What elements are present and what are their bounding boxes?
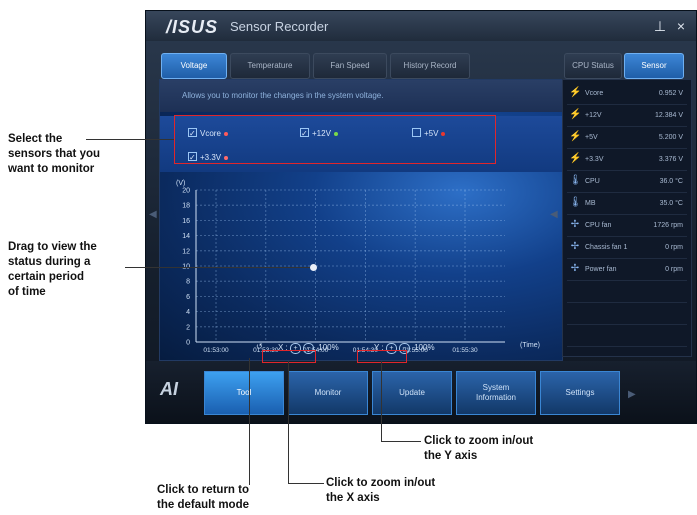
tab-cpu-status[interactable]: CPU Status	[564, 53, 622, 79]
leader-line	[381, 361, 382, 441]
y-tick-label: 0	[186, 340, 190, 347]
sensor-row: ✢ CPU fan 1726 rpm	[567, 216, 687, 237]
scroll-left-icon[interactable]: ◀	[149, 209, 157, 220]
callout-default-mode: Click to return to the default mode	[157, 484, 250, 511]
voltage-icon: ⚡	[569, 87, 582, 98]
nav-next-icon[interactable]: ▶	[628, 389, 636, 400]
sensor-row: ⚡ +12V 12.384 V	[567, 106, 687, 127]
leader-line	[86, 139, 174, 140]
y-tick-label: 2	[186, 324, 190, 331]
voltage-chart[interactable]: (V)2018161412108642001:53:0001:53:3001:5…	[160, 176, 562, 360]
sensor-row-empty	[567, 282, 687, 303]
collapse-right-panel-icon[interactable]: ◀	[550, 209, 558, 220]
nav-monitor[interactable]: Monitor	[288, 371, 368, 415]
asus-logo: /ISUS	[166, 17, 219, 37]
sensor-list-panel: ⚡ Vcore 0.952 V ⚡ +12V 12.384 V ⚡ +5V 5.200 V …	[562, 79, 692, 357]
sensor-row-empty	[567, 304, 687, 325]
voltage-icon: ⚡	[569, 109, 582, 120]
thermometer-icon: 🌡	[569, 175, 582, 186]
x-axis-unit: (Time)	[520, 342, 540, 349]
leader-line	[125, 267, 313, 268]
leader-line	[288, 361, 289, 483]
sensor-selector-highlight	[174, 115, 496, 164]
nav-settings[interactable]: Settings	[540, 371, 620, 415]
x-zoom-value: 100%	[318, 343, 339, 352]
y-tick-label: 6	[186, 294, 190, 301]
sensor-row: ⚡ +5V 5.200 V	[567, 128, 687, 149]
sensor-row: 🌡 CPU 36.0 °C	[567, 172, 687, 193]
tab-temperature[interactable]: Temperature	[230, 53, 310, 79]
ai-suite-logo: AI	[160, 379, 178, 399]
info-text: Allows you to monitor the changes in the…	[160, 80, 562, 112]
callout-zoom-x: Click to zoom in/out the X axis	[326, 477, 436, 504]
sensor-row: ⚡ Vcore 0.952 V	[567, 84, 687, 105]
tab-voltage[interactable]: Voltage	[161, 53, 227, 79]
leader-line	[381, 441, 421, 442]
callout-drag-view: Drag to view the status during a certain…	[8, 241, 97, 298]
sensor-recorder-window: /ISUS Sensor Recorder ⊥ × Voltage Temper…	[145, 10, 697, 424]
thermometer-icon: 🌡	[569, 197, 582, 208]
x-zoom-highlight	[262, 350, 316, 363]
sensor-row: 🌡 MB 35.0 °C	[567, 194, 687, 215]
fan-icon: ✢	[570, 219, 580, 230]
nav-update[interactable]: Update	[372, 371, 452, 415]
title-bar: /ISUS Sensor Recorder ⊥ ×	[146, 11, 696, 41]
y-zoom-value: 100%	[414, 343, 435, 352]
nav-tool[interactable]: Tool	[204, 371, 284, 415]
fan-icon: ✢	[570, 263, 580, 274]
nav-system-information[interactable]: System Information	[456, 371, 536, 415]
y-tick-label: 18	[182, 203, 190, 210]
leader-line	[249, 358, 250, 485]
window-title: Sensor Recorder	[230, 19, 329, 34]
close-button[interactable]: ×	[672, 17, 690, 35]
leader-line	[288, 483, 324, 484]
callout-zoom-y: Click to zoom in/out the Y axis	[424, 435, 534, 462]
drag-point-marker	[310, 264, 317, 271]
tab-history-record[interactable]: History Record	[390, 53, 470, 79]
x-tick-label: 01:55:30	[452, 347, 478, 354]
tab-sensor[interactable]: Sensor	[624, 53, 684, 79]
sensor-row: ✢ Chassis fan 10 rpm	[567, 238, 687, 259]
y-tick-label: 14	[182, 233, 190, 240]
y-axis-unit: (V)	[176, 180, 185, 187]
pin-button[interactable]: ⊥	[651, 17, 669, 35]
y-zoom-highlight	[357, 350, 407, 363]
voltage-icon: ⚡	[569, 131, 582, 142]
sensor-row: ✢ Power fan 0 rpm	[567, 260, 687, 281]
x-tick-label: 01:53:00	[203, 347, 229, 354]
fan-icon: ✢	[570, 241, 580, 252]
y-tick-label: 8	[186, 279, 190, 286]
y-tick-label: 16	[182, 218, 190, 225]
bottom-navigation: AI Tool Monitor Update System Informatio…	[146, 361, 696, 423]
y-tick-label: 20	[182, 188, 190, 195]
y-tick-label: 4	[186, 309, 190, 316]
y-tick-label: 12	[182, 248, 190, 255]
sensor-row-empty	[567, 326, 687, 347]
voltage-icon: ⚡	[569, 153, 582, 164]
sensor-row: ⚡ +3.3V 3.376 V	[567, 150, 687, 171]
tab-fan-speed[interactable]: Fan Speed	[313, 53, 387, 79]
